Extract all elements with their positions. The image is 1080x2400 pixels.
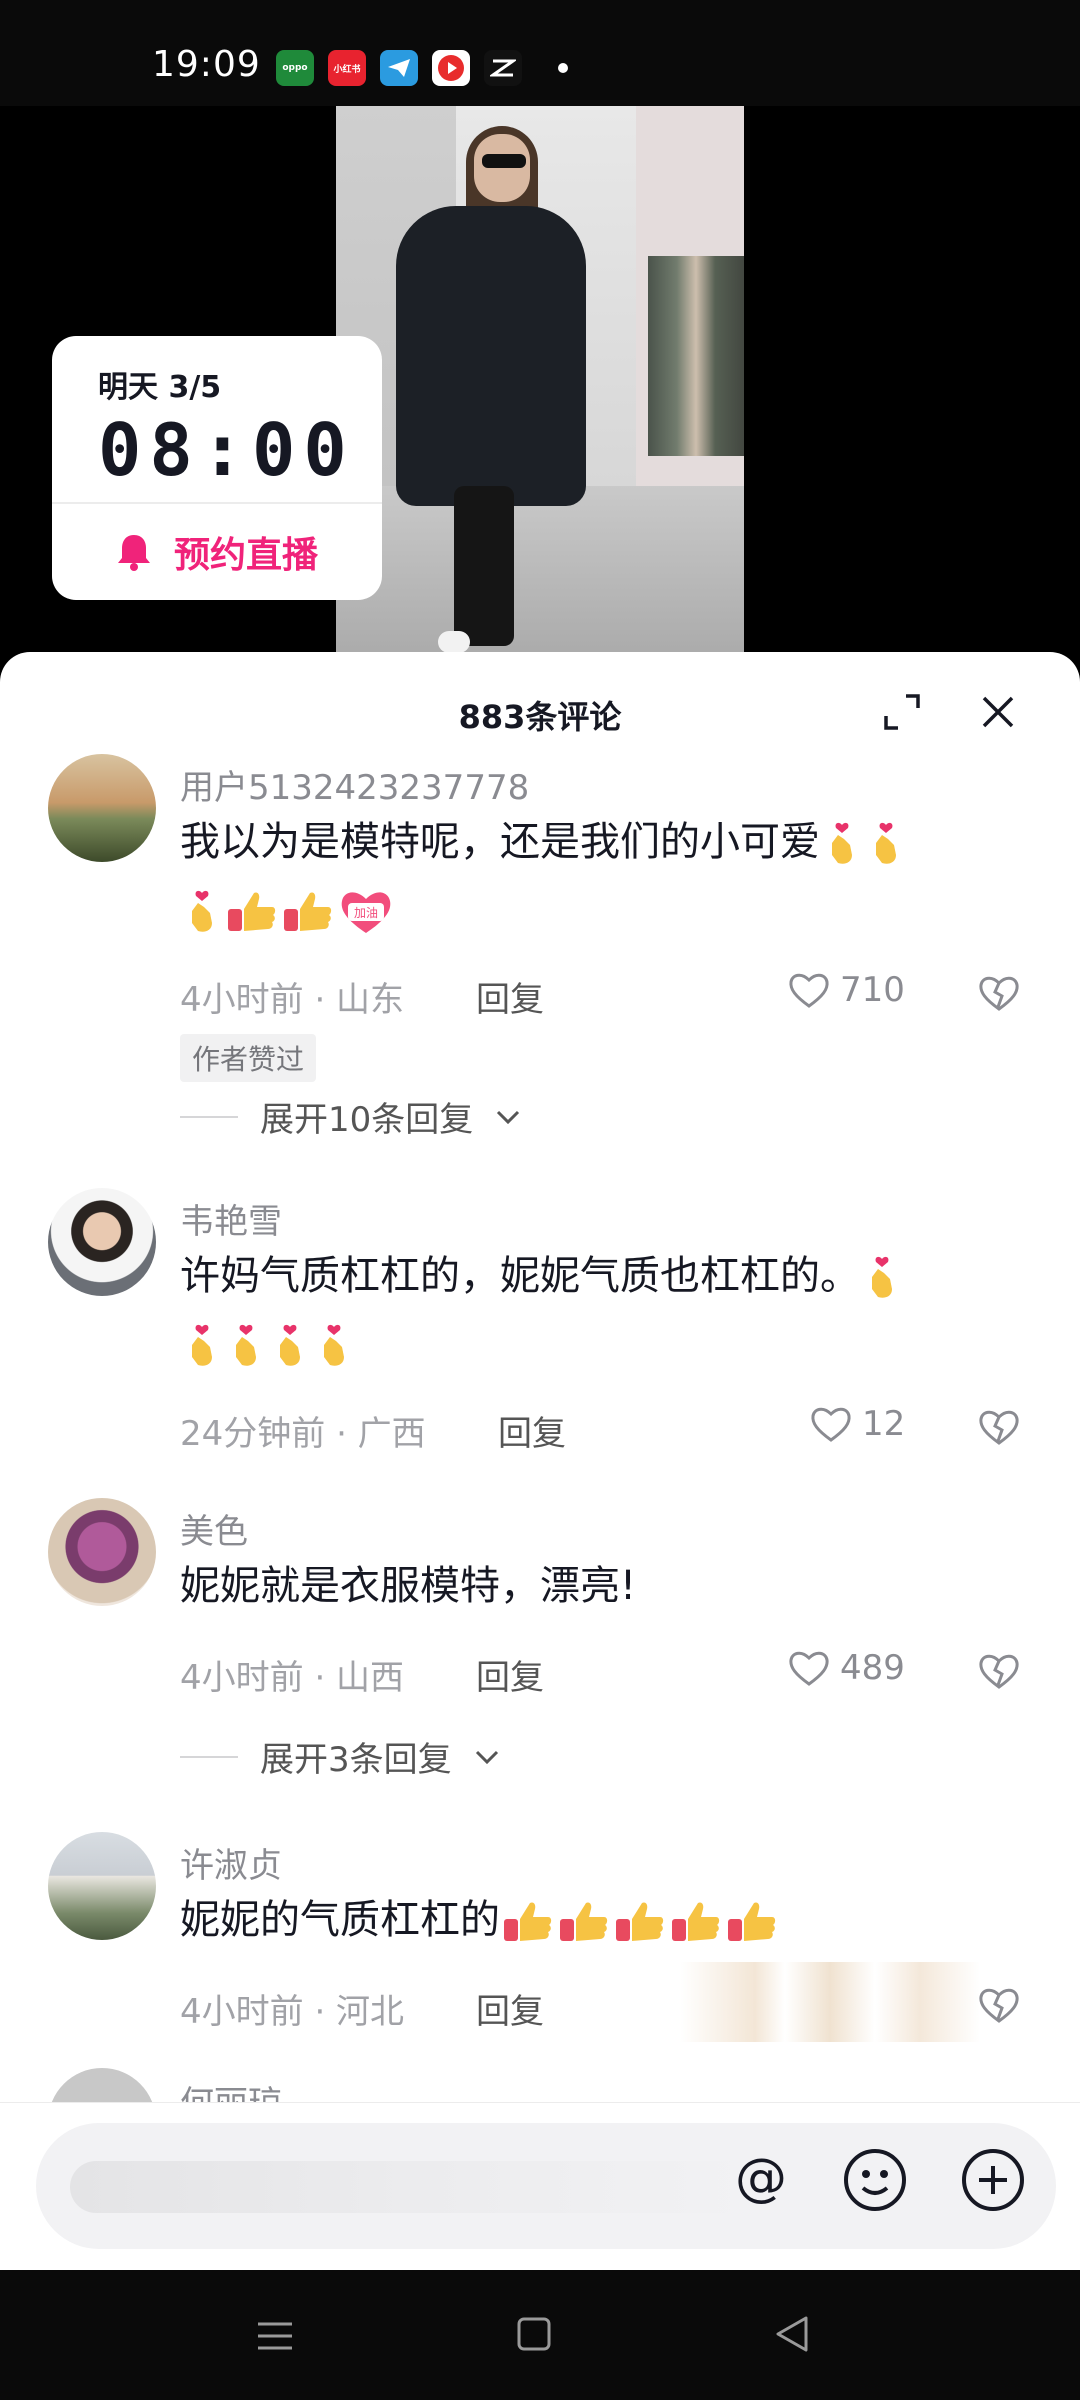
avatar[interactable] <box>48 754 156 862</box>
xiaohongshu-icon: 小红书 <box>328 50 366 86</box>
comment-username[interactable]: 许淑贞 <box>180 1838 282 1887</box>
back-icon[interactable] <box>772 2314 812 2354</box>
oppo-icon: oppo <box>276 50 314 86</box>
home-icon[interactable] <box>516 2316 552 2352</box>
clothing-rack <box>648 256 744 456</box>
reserve-time: 08:00 <box>98 408 355 492</box>
crossed-fingers-heart-emoji-icon <box>876 822 896 864</box>
comments-sheet: 883条评论 用户5132423237778 我以为是模特呢，还是我们的小可爱加… <box>0 652 1080 2270</box>
like-button[interactable]: 12 <box>810 1404 905 1444</box>
like-count: 12 <box>862 1404 906 1444</box>
cheer-emoji-text: 加油 <box>354 906 378 920</box>
expand-replies-button[interactable]: 展开10条回复 <box>180 1092 521 1141</box>
chevron-down-icon <box>475 1750 498 1764</box>
crossed-fingers-heart-emoji-icon <box>324 1324 344 1366</box>
like-area-blurred <box>680 1962 980 2042</box>
comment-username[interactable]: 美色 <box>180 1504 248 1553</box>
add-icon[interactable] <box>958 2145 1028 2215</box>
broken-heart-icon[interactable] <box>978 974 1020 1012</box>
telegram-icon <box>380 50 418 86</box>
avatar[interactable] <box>48 1188 156 1296</box>
thumbs-up-emoji-icon <box>616 1902 664 1941</box>
comment-body: 妮妮的气质杠杠的 <box>180 1897 500 1943</box>
capcut-icon <box>484 50 522 86</box>
expand-replies-label: 展开3条回复 <box>260 1740 452 1780</box>
like-button[interactable]: 489 <box>788 1648 905 1688</box>
heart-icon <box>811 1407 851 1442</box>
thumbs-up-emoji-icon <box>284 892 332 931</box>
chevron-down-icon <box>497 1110 520 1124</box>
video-app-icon <box>432 50 470 86</box>
comment-input-bar: @ <box>0 2102 1080 2270</box>
crossed-fingers-heart-emoji-icon <box>192 890 212 932</box>
broken-heart-icon[interactable] <box>978 1986 1020 2024</box>
thumbs-up-emoji-icon <box>672 1902 720 1941</box>
comment-time-location: 4小时前 · 河北 <box>180 1992 405 2032</box>
comment-text[interactable]: 妮妮就是衣服模特，漂亮! <box>180 1552 1030 1620</box>
thumbs-up-emoji-icon <box>228 892 276 931</box>
status-time: 19:09 <box>152 44 261 85</box>
broken-heart-icon[interactable] <box>978 1408 1020 1446</box>
bell-icon <box>117 535 150 571</box>
reserve-live-button[interactable]: 预约直播 <box>52 504 382 600</box>
thumbs-up-emoji-icon <box>728 1902 776 1941</box>
cheer-heart-emoji-icon: 加油 <box>341 892 391 933</box>
reserve-live-label: 预约直播 <box>173 535 318 576</box>
live-reservation-card: 明天 3/5 08:00 预约直播 <box>52 336 382 600</box>
like-button[interactable]: 710 <box>788 970 905 1010</box>
thumbs-up-emoji-icon <box>504 1902 552 1941</box>
avatar[interactable] <box>48 1498 156 1606</box>
comment-time-location: 4小时前 · 山东 <box>180 980 405 1020</box>
crossed-fingers-heart-emoji-icon <box>832 822 852 864</box>
comment-text[interactable]: 妮妮的气质杠杠的 <box>180 1886 1030 1954</box>
video-frame[interactable] <box>336 106 744 666</box>
comment-input[interactable] <box>70 2161 760 2213</box>
at-mention-icon[interactable]: @ <box>726 2145 796 2215</box>
notification-icons: oppo 小红书 <box>276 50 568 86</box>
comment-body: 许妈气质杠杠的，妮妮气质也杠杠的。 <box>180 1253 860 1299</box>
svg-text:@: @ <box>735 2148 787 2208</box>
heart-icon <box>789 1651 829 1686</box>
reply-button[interactable]: 回复 <box>476 972 544 1021</box>
status-bar: 19:09 oppo 小红书 <box>0 0 1080 106</box>
system-nav-bar <box>0 2270 1080 2400</box>
emoji-icon[interactable] <box>840 2145 910 2215</box>
expand-replies-button[interactable]: 展开3条回复 <box>180 1732 500 1781</box>
expand-icon[interactable] <box>880 690 924 734</box>
comment-time-location: 4小时前 · 山西 <box>180 1658 405 1698</box>
comment-body: 我以为是模特呢，还是我们的小可爱 <box>180 819 820 865</box>
comment-username[interactable]: 韦艳雪 <box>180 1194 282 1243</box>
model-figure <box>396 206 586 506</box>
heart-icon <box>789 973 829 1008</box>
like-count: 710 <box>840 970 905 1010</box>
comment-text[interactable]: 我以为是模特呢，还是我们的小可爱加油 <box>180 808 1030 944</box>
comment-username[interactable]: 用户5132423237778 <box>180 760 529 809</box>
close-icon[interactable] <box>976 690 1020 734</box>
crossed-fingers-heart-emoji-icon <box>192 1324 212 1366</box>
comment-text[interactable]: 许妈气质杠杠的，妮妮气质也杠杠的。 <box>180 1242 1030 1378</box>
more-notifications-dot <box>558 63 568 73</box>
thumbs-up-emoji-icon <box>560 1902 608 1941</box>
author-liked-badge: 作者赞过 <box>180 1034 317 1082</box>
reply-button[interactable]: 回复 <box>498 1406 566 1455</box>
reply-button[interactable]: 回复 <box>476 1650 544 1699</box>
reserve-date: 明天 3/5 <box>98 370 222 405</box>
avatar[interactable] <box>48 1832 156 1940</box>
crossed-fingers-heart-emoji-icon <box>280 1324 300 1366</box>
crossed-fingers-heart-emoji-icon <box>872 1256 892 1298</box>
like-count: 489 <box>840 1648 905 1688</box>
menu-icon[interactable] <box>256 2318 294 2354</box>
expand-replies-label: 展开10条回复 <box>260 1100 474 1140</box>
crossed-fingers-heart-emoji-icon <box>236 1324 256 1366</box>
comment-time-location: 24分钟前 · 广西 <box>180 1414 426 1454</box>
reply-button[interactable]: 回复 <box>476 1984 544 2033</box>
broken-heart-icon[interactable] <box>978 1652 1020 1690</box>
